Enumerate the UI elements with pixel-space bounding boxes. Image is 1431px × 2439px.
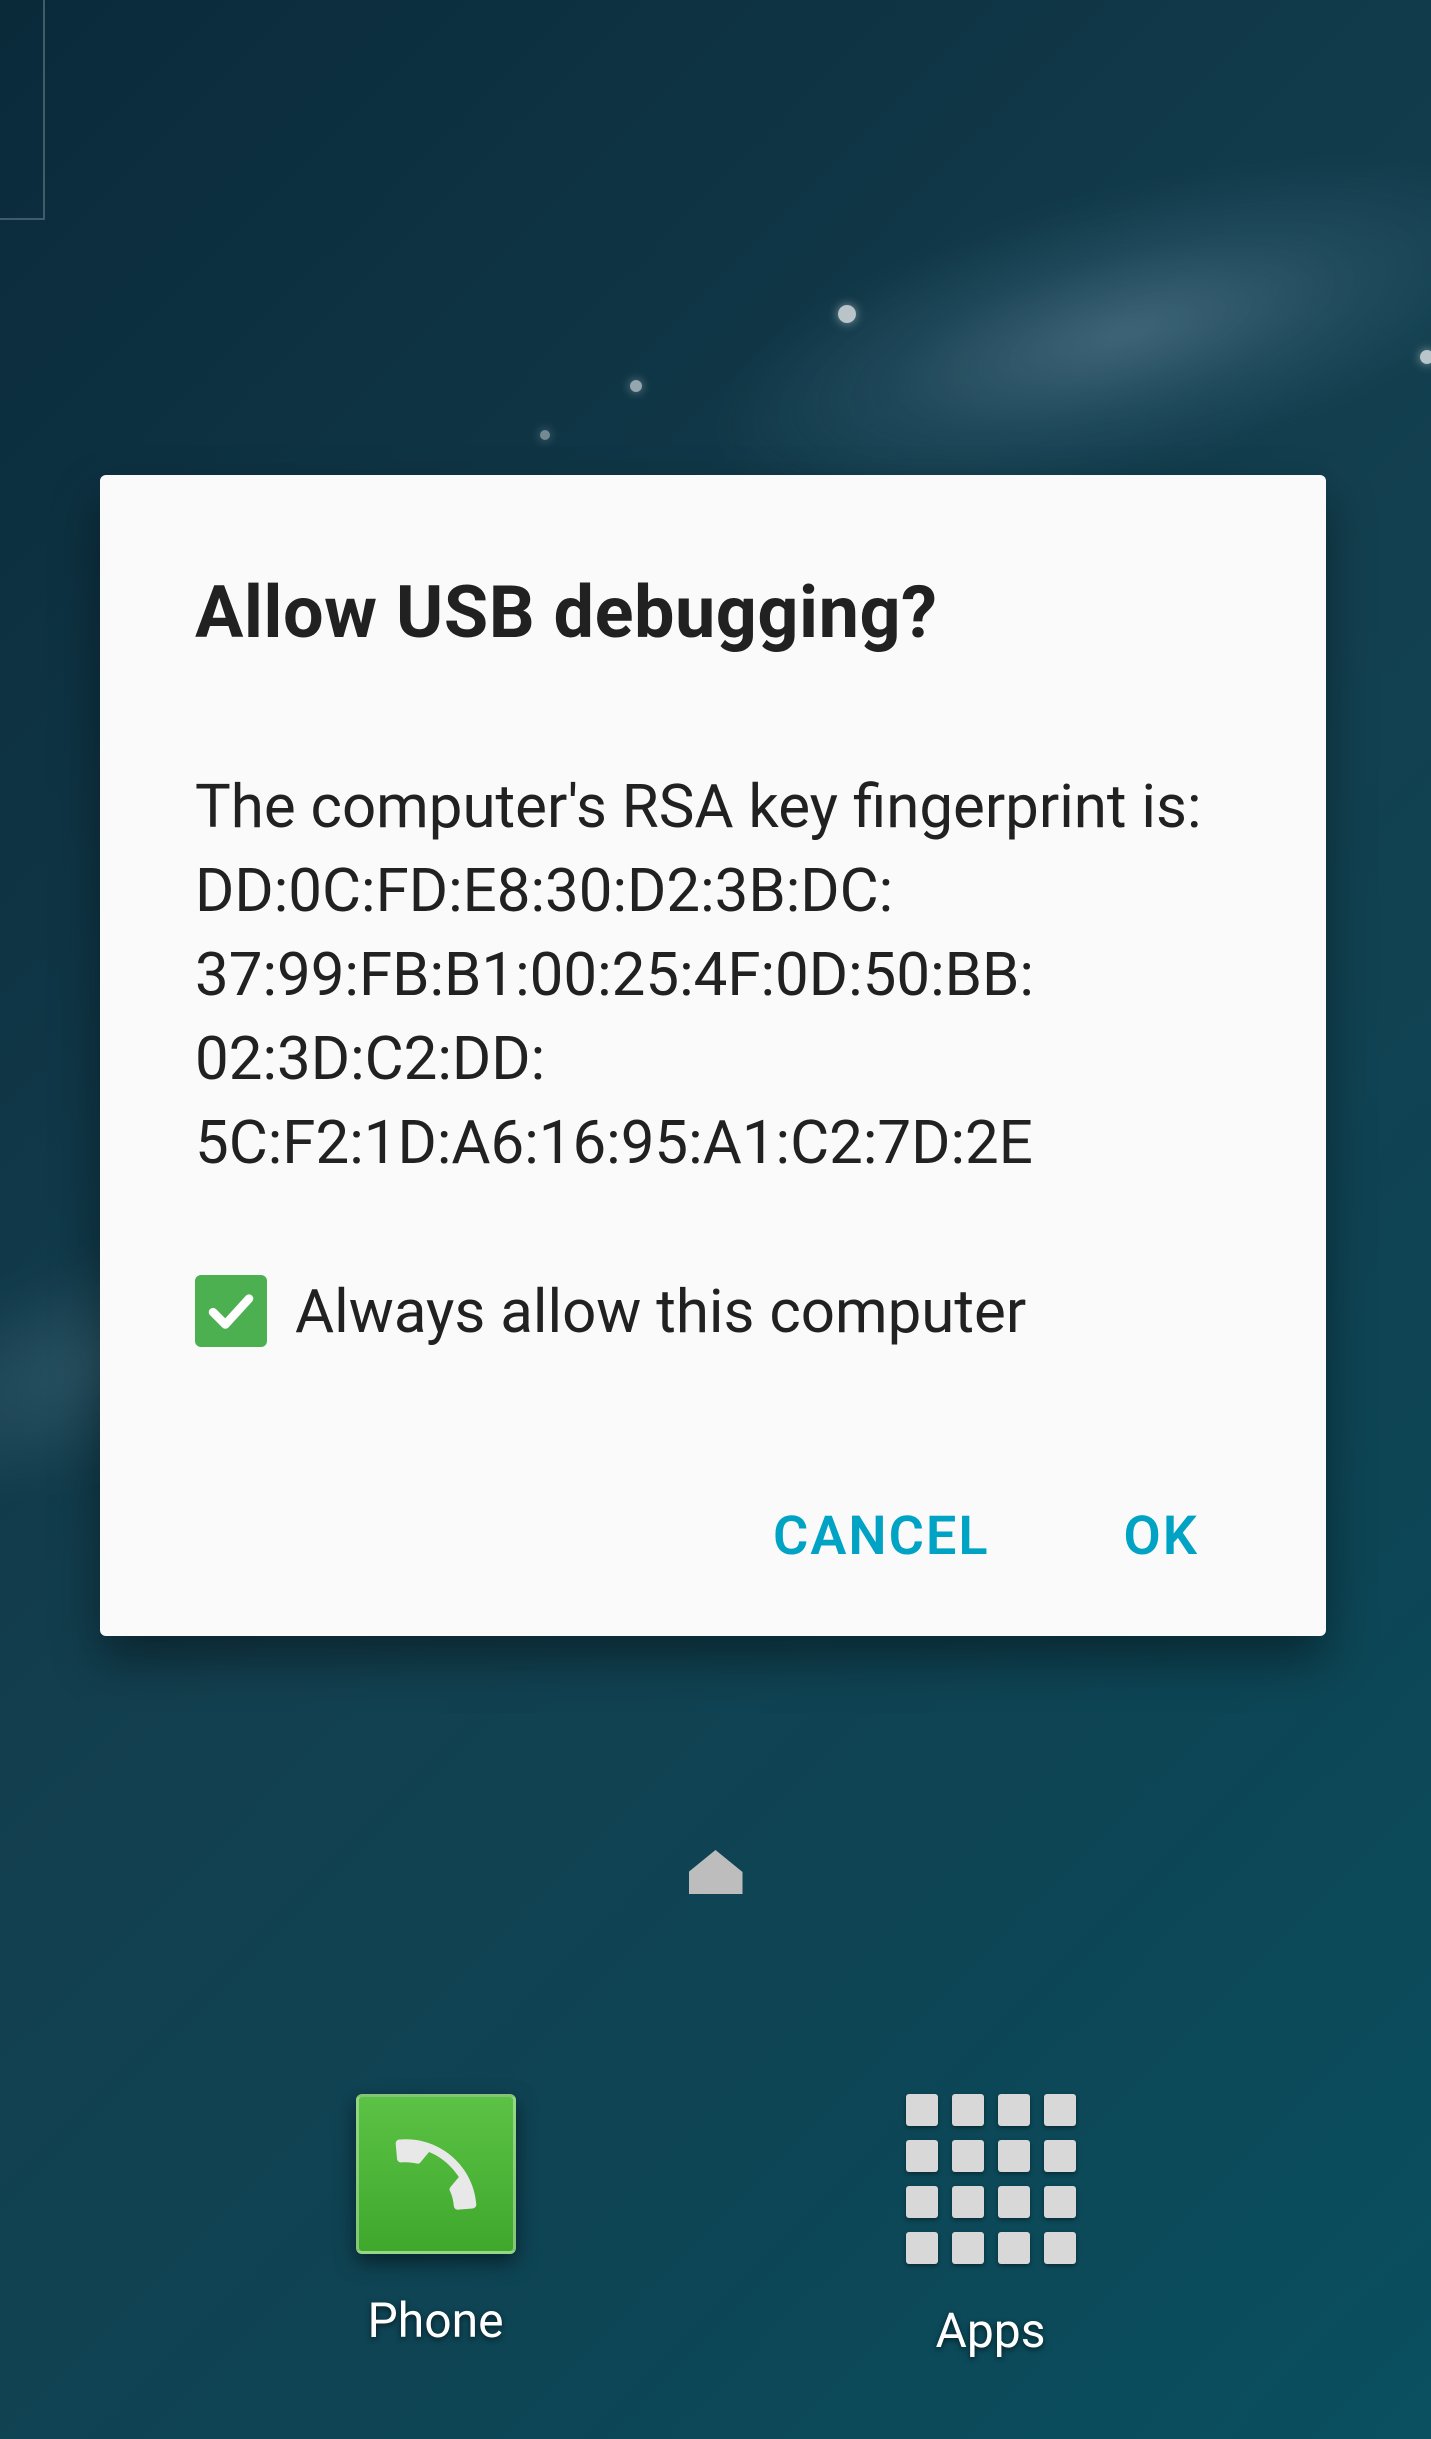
ok-button[interactable]: OK <box>1112 1497 1211 1576</box>
apps-icon <box>906 2094 1076 2264</box>
dialog-actions: CANCEL OK <box>195 1497 1231 1576</box>
dock-item-phone[interactable]: Phone <box>356 2094 516 2359</box>
phone-icon <box>356 2094 516 2254</box>
dock-label-phone: Phone <box>367 2292 503 2349</box>
always-allow-row[interactable]: Always allow this computer <box>195 1275 1231 1347</box>
always-allow-checkbox[interactable] <box>195 1275 267 1347</box>
corner-frame <box>0 0 45 220</box>
dock-item-apps[interactable]: Apps <box>906 2094 1076 2359</box>
dock: Phone Apps <box>0 2094 1431 2359</box>
cancel-button[interactable]: CANCEL <box>761 1497 1002 1576</box>
usb-debugging-dialog: Allow USB debugging? The computer's RSA … <box>100 475 1326 1636</box>
dialog-title: Allow USB debugging? <box>195 570 1231 655</box>
dialog-body-text: The computer's RSA key fingerprint is: D… <box>195 765 1231 1185</box>
always-allow-label: Always allow this computer <box>295 1276 1026 1347</box>
check-icon <box>204 1284 258 1338</box>
dock-label-apps: Apps <box>936 2302 1046 2359</box>
